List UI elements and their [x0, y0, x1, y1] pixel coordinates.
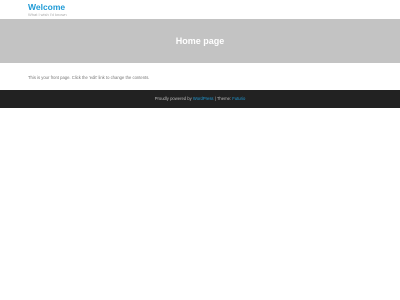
site-footer: Proudly powered by WordPress | Theme: Fu… [0, 90, 400, 108]
footer-credits: Proudly powered by WordPress | Theme: Fu… [0, 90, 400, 108]
wordpress-link[interactable]: WordPress [193, 96, 214, 101]
site-tagline: What I wish I'd known [28, 12, 67, 17]
page-background [0, 108, 400, 300]
page: Welcome What I wish I'd known Home page … [0, 0, 400, 300]
footer-separator-text: | Theme: [213, 96, 233, 101]
footer-prefix-text: Proudly powered by [154, 96, 192, 101]
site-title-link[interactable]: Welcome [28, 2, 65, 12]
theme-link[interactable]: Futurio [232, 96, 245, 101]
content-paragraph: This is your front page. Click the 'edit… [28, 75, 150, 80]
page-title: Home page [175, 36, 225, 46]
page-hero: Home page [0, 19, 400, 63]
site-header: Welcome What I wish I'd known [0, 0, 400, 19]
main-content: This is your front page. Click the 'edit… [0, 63, 400, 90]
